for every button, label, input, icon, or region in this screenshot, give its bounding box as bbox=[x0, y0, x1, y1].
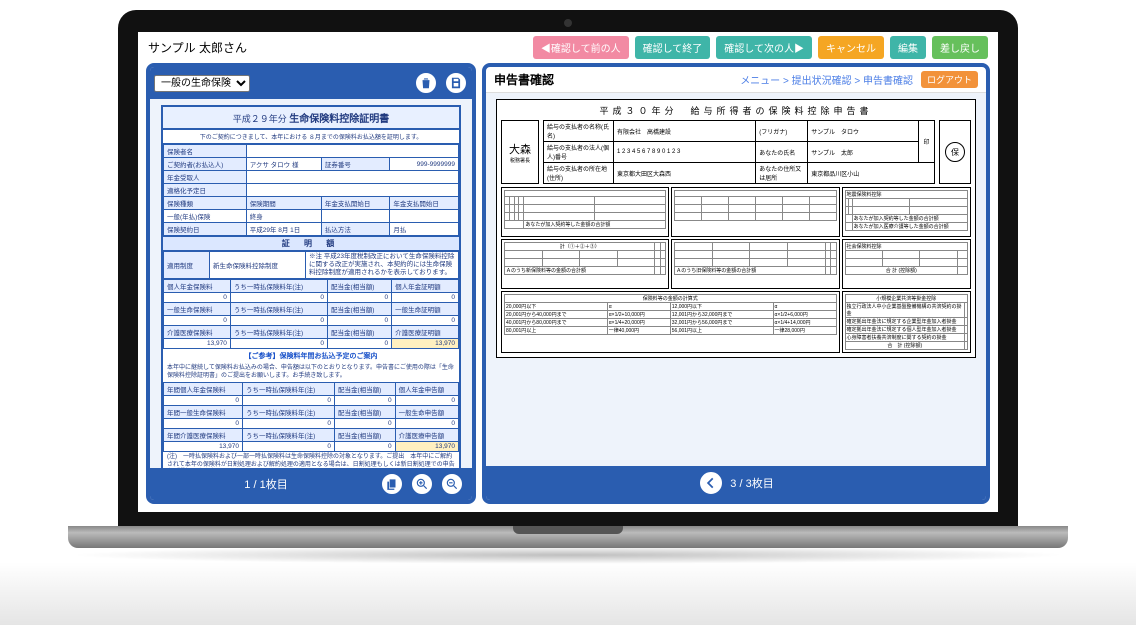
zoom-in-button[interactable] bbox=[410, 472, 434, 496]
evidence-viewport[interactable]: 平成２９年分 生命保険料控除証明書 下のご契約につきまして、本年における ８月ま… bbox=[150, 99, 472, 468]
chevron-left-icon bbox=[704, 476, 718, 490]
declaration-viewport[interactable]: 平成３０年分 給与所得者の保険料控除申告書 大森 税務署長 bbox=[486, 93, 986, 466]
confirm-next-button[interactable]: 確認して次の人▶ bbox=[716, 36, 812, 59]
cert-system-row: 適用制度 新生命保険料控除制度 ※注 平成23年度税制改正において生命保険料控除… bbox=[163, 251, 459, 279]
cert-disclaimer: (注) 一時払保険料および一部一時払保険料は生命保険料控除の対象となります。ご提… bbox=[163, 452, 459, 468]
declaration-form: 平成３０年分 給与所得者の保険料控除申告書 大森 税務署長 bbox=[496, 99, 976, 358]
insurance-certificate: 平成２９年分 生命保険料控除証明書 下のご契約につきまして、本年における ８月ま… bbox=[161, 105, 461, 468]
earthquake-box: 地震保険料控除 あなたが加入契約等した金額の合計額 あなたが加入医療介護等した金… bbox=[842, 187, 971, 237]
decl-mid-header: 給与の支払者の名称(氏名) 有限会社 高橋建設 (フリガナ) サンプル タロウ … bbox=[543, 120, 935, 184]
declaration-title: 申告書確認 bbox=[494, 71, 554, 88]
topbar: サンプル 太郎さん ◀確認して前の人 確認して終了 確認して次の人▶ キャンセル… bbox=[138, 32, 998, 63]
reject-button[interactable]: 差し戻し bbox=[932, 36, 988, 59]
cancel-button[interactable]: キャンセル bbox=[818, 36, 884, 59]
tax-office-box: 大森 税務署長 bbox=[501, 120, 539, 184]
confirm-end-button[interactable]: 確認して終了 bbox=[635, 36, 711, 59]
mutual-aid-box: 小規模企業共済等掛金控除 独立行政法人中小企業基盤整備機構の共済契約の掛金 確定… bbox=[842, 291, 971, 353]
decl-title: 平成３０年分 給与所得者の保険料控除申告書 bbox=[501, 104, 971, 117]
app-screen: サンプル 太郎さん ◀確認して前の人 確認して終了 確認して次の人▶ キャンセル… bbox=[138, 32, 998, 512]
life-insurance-box-2 bbox=[671, 187, 839, 237]
cert-amount-table-2: 年間個人年金保険料うち一時払保険料年(注)配当金(相当額)個人年金申告額 000… bbox=[163, 382, 459, 452]
laptop-frame: サンプル 太郎さん ◀確認して前の人 確認して終了 確認して次の人▶ キャンセル… bbox=[118, 10, 1018, 526]
care-medical-box: 計（①＋②＋③） Ａのうち新保険料等の金額の合計額 bbox=[501, 239, 669, 289]
cert-amount-table-1: 個人年金保険料うち一時払保険料年(注)配当金(相当額)個人年金証明額 0000 … bbox=[163, 279, 459, 349]
trash-icon bbox=[419, 76, 433, 90]
confirm-prev-button[interactable]: ◀確認して前の人 bbox=[533, 36, 629, 59]
copy-icon bbox=[385, 477, 399, 491]
zoom-out-button[interactable] bbox=[440, 472, 464, 496]
decl-header: 大森 税務署長 給与の支払者の名称(氏名) 有限会社 高橋建設 bbox=[501, 120, 971, 184]
breadcrumb: メニュー > 提出状況確認 > 申告書確認 bbox=[740, 72, 913, 87]
evidence-page-count: 1 / 1枚目 bbox=[158, 476, 374, 492]
cert-band: 証 明 額 bbox=[163, 236, 459, 251]
laptop-base bbox=[68, 526, 1068, 548]
pension-box: Ａのうち旧保険料等の金額の合計額 bbox=[671, 239, 839, 289]
delete-evidence-button[interactable] bbox=[414, 71, 438, 95]
camera-dot bbox=[564, 19, 572, 27]
formula-box: 保険料等の金額の計算式 20,000円以下α12,000円以下α 20,001円… bbox=[501, 291, 840, 353]
cert-basic-table: 保険者名 ご契約者(お払込人) アクサ タロウ 様 証券番号 999-99999… bbox=[163, 144, 459, 236]
seal-box: 保 bbox=[939, 120, 971, 184]
evidence-type-select[interactable]: 一般の生命保険 bbox=[154, 75, 250, 92]
save-evidence-button[interactable] bbox=[444, 71, 468, 95]
laptop-shadow bbox=[68, 546, 1068, 564]
cert-title: 平成２９年分 生命保険料控除証明書 bbox=[163, 107, 459, 130]
split-panes: 一般の生命保険 平成２９年分 生命保険料控除証明書 bbox=[138, 63, 998, 512]
user-display: サンプル 太郎さん bbox=[148, 39, 247, 56]
logout-button[interactable]: ログアウト bbox=[921, 71, 978, 88]
zoom-out-icon bbox=[445, 477, 459, 491]
declaration-header: 申告書確認 メニュー > 提出状況確認 > 申告書確認 ログアウト bbox=[486, 67, 986, 93]
seal-icon: 保 bbox=[945, 142, 965, 162]
evidence-header: 一般の生命保険 bbox=[150, 67, 472, 99]
declaration-footer: 3 / 3枚目 bbox=[486, 466, 986, 500]
laptop-mockup: サンプル 太郎さん ◀確認して前の人 確認して終了 確認して次の人▶ キャンセル… bbox=[118, 10, 1018, 564]
evidence-pane: 一般の生命保険 平成２９年分 生命保険料控除証明書 bbox=[146, 63, 476, 504]
edit-button[interactable]: 編集 bbox=[890, 36, 926, 59]
prev-page-button[interactable] bbox=[698, 470, 724, 496]
floppy-icon bbox=[449, 76, 463, 90]
declaration-pane: 申告書確認 メニュー > 提出状況確認 > 申告書確認 ログアウト 平成３０年分… bbox=[482, 63, 990, 504]
copy-evidence-button[interactable] bbox=[380, 472, 404, 496]
decl-body: あなたが加入契約等した金額の合計額 bbox=[501, 187, 971, 353]
cert-section1-note: 本年中に継続して保険料お払込みの場合、申告額は以下のとおりとなります。申告書にご… bbox=[163, 363, 459, 382]
life-insurance-box-1: あなたが加入契約等した金額の合計額 bbox=[501, 187, 669, 237]
zoom-in-icon bbox=[415, 477, 429, 491]
social-insurance-box: 社会保険料控除 合 計 (控除額) bbox=[842, 239, 971, 289]
cert-section1-title: 【ご参考】保険料年間お払込予定のご案内 bbox=[163, 349, 459, 363]
cert-subtitle: 下のご契約につきまして、本年における ８月までの保険料お払込額を証明します。 bbox=[163, 130, 459, 144]
declaration-page-count: 3 / 3枚目 bbox=[730, 475, 773, 491]
evidence-footer: 1 / 1枚目 bbox=[150, 468, 472, 500]
